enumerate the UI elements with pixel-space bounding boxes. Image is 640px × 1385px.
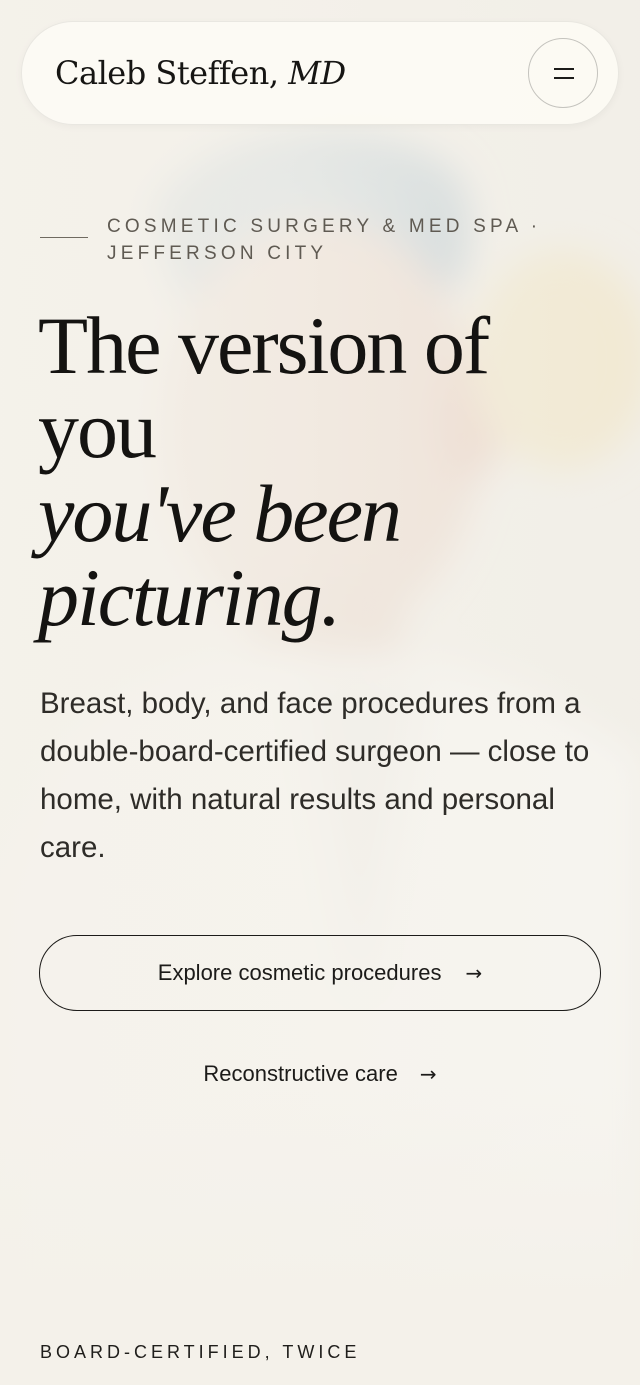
hero-lede: Breast, body, and face procedures from a… bbox=[40, 687, 590, 864]
hero-headline: The version of you you've been picturing… bbox=[38, 304, 618, 640]
credentials-eyebrow: BOARD-CERTIFIED, TWICE bbox=[40, 1342, 361, 1362]
explore-cosmetic-button[interactable]: Explore cosmetic procedures → bbox=[39, 935, 601, 1011]
brand-credential: MD bbox=[288, 54, 346, 92]
brand-name: Caleb Steffen, bbox=[55, 54, 279, 92]
eyebrow-rule bbox=[40, 237, 88, 238]
menu-bar-bottom bbox=[554, 77, 574, 79]
brand-logo[interactable]: Caleb Steffen, MD bbox=[55, 54, 346, 92]
menu-bar-top bbox=[554, 68, 574, 70]
arrow-right-icon: → bbox=[465, 961, 483, 985]
arrow-right-icon: → bbox=[419, 1062, 437, 1086]
hero-eyebrow: COSMETIC SURGERY & MED SPA · JEFFERSON C… bbox=[107, 216, 542, 264]
headline-italic-line-1: you've been bbox=[38, 468, 402, 559]
headline-italic-line-2: picturing. bbox=[38, 552, 341, 643]
explore-cosmetic-label: Explore cosmetic procedures bbox=[157, 960, 442, 985]
reconstructive-care-link[interactable]: Reconstructive care → bbox=[0, 1055, 640, 1093]
headline-line-1: The version of bbox=[38, 300, 490, 391]
headline-line-2: you bbox=[38, 384, 157, 475]
reconstructive-care-label: Reconstructive care bbox=[203, 1061, 398, 1086]
menu-button[interactable] bbox=[528, 38, 598, 108]
page: Caleb Steffen, MD COSMETIC SURGERY & MED… bbox=[0, 0, 640, 1385]
hero-fade bbox=[0, 1085, 640, 1385]
site-header: Caleb Steffen, MD bbox=[21, 21, 619, 125]
